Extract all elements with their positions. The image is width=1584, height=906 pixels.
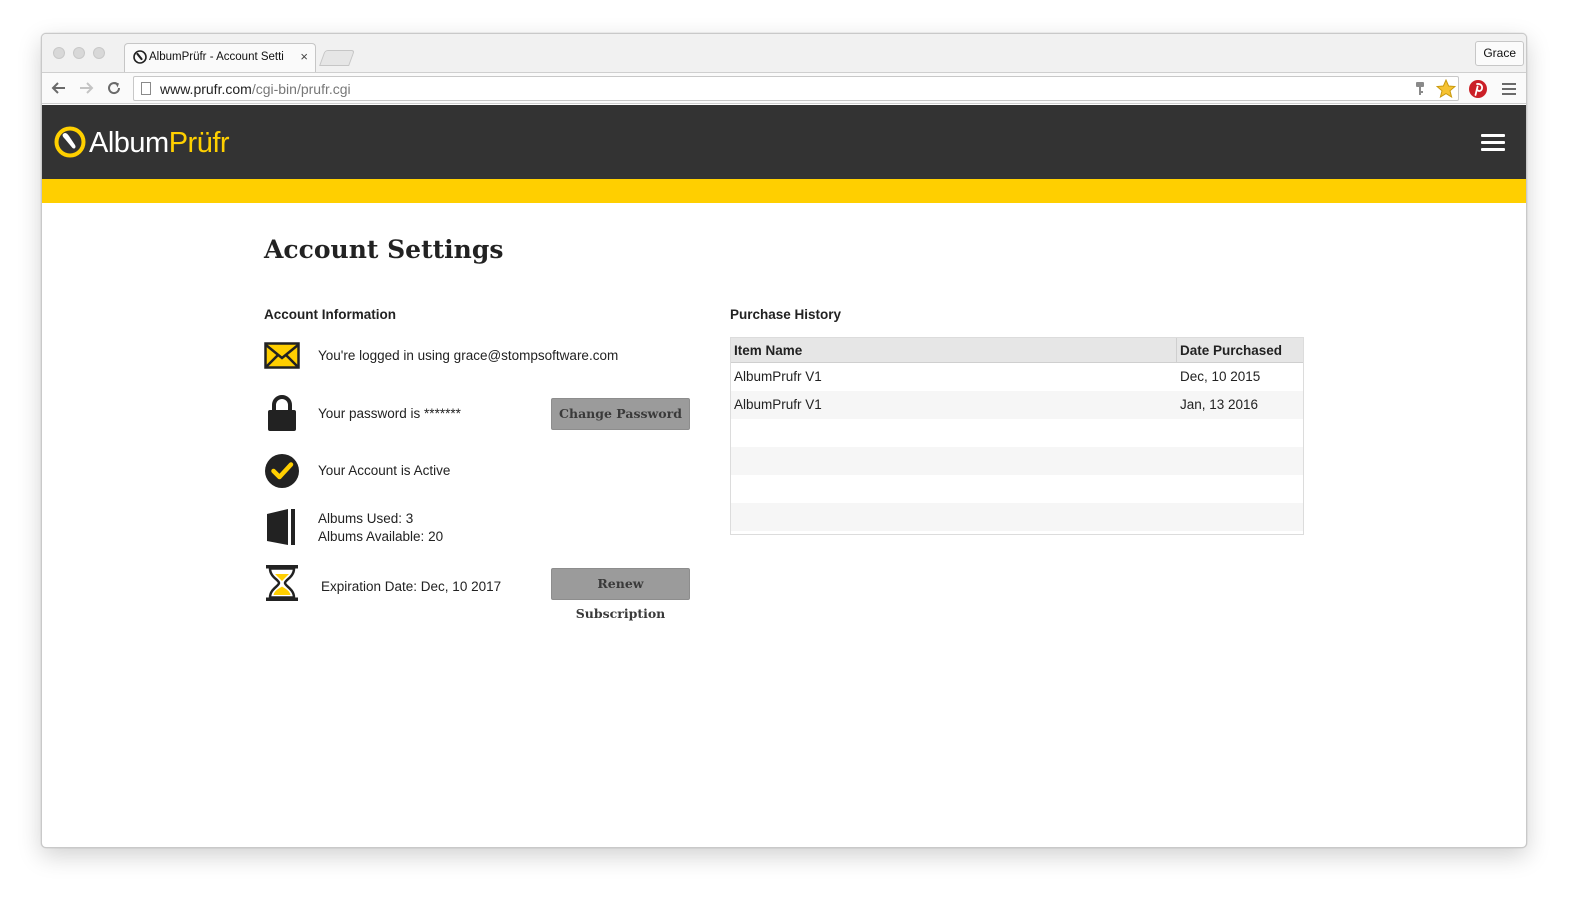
expiration-text: Expiration Date: Dec, 10 2017 [321, 579, 502, 594]
empty-table-row [731, 419, 1303, 447]
profile-button[interactable]: Grace [1475, 41, 1524, 66]
purchase-history-heading: Purchase History [730, 307, 842, 322]
pinterest-icon[interactable] [1468, 79, 1488, 99]
purchase-history-table: Item Name Date Purchased AlbumPrufr V1 D… [730, 337, 1304, 535]
url-host: www.prufr.com [160, 81, 252, 97]
account-info-heading: Account Information [264, 307, 396, 322]
password-text: Your password is ******* [318, 406, 461, 421]
hourglass-icon [266, 565, 298, 601]
table-header-row: Item Name Date Purchased [731, 338, 1303, 363]
change-password-button[interactable]: Change Password [551, 398, 690, 430]
date-purchased-cell: Jan, 13 2016 [1180, 397, 1259, 412]
item-name-cell: AlbumPrufr V1 [734, 397, 822, 412]
account-status-text: Your Account is Active [318, 463, 451, 478]
accent-bar [42, 179, 1526, 203]
column-header-item-name[interactable]: Item Name [734, 338, 802, 363]
bookmark-star-icon[interactable] [1436, 79, 1456, 98]
page-title: Account Settings [264, 235, 504, 264]
forward-arrow-icon[interactable] [78, 80, 94, 96]
browser-toolbar: www.prufr.com/cgi-bin/prufr.cgi [42, 72, 1526, 104]
email-text: You're logged in using grace@stompsoftwa… [318, 348, 619, 363]
albums-available-text: Albums Available: 20 [318, 529, 444, 544]
envelope-icon [264, 342, 300, 369]
table-row[interactable]: AlbumPrufr V1 Jan, 13 2016 [731, 391, 1303, 419]
tab-strip: AlbumPrüfr - Account Setti × Grace [42, 34, 1526, 72]
url-text: www.prufr.com/cgi-bin/prufr.cgi [160, 81, 351, 97]
empty-table-row [731, 503, 1303, 531]
tab-title: AlbumPrüfr - Account Setti [149, 51, 284, 63]
page-icon [141, 82, 151, 95]
logo-primary: Album [89, 127, 169, 159]
column-header-date-purchased[interactable]: Date Purchased [1180, 338, 1282, 363]
minimize-window-button[interactable] [73, 47, 85, 59]
favicon-icon [133, 50, 147, 64]
item-name-cell: AlbumPrufr V1 [734, 369, 822, 384]
address-bar[interactable]: www.prufr.com/cgi-bin/prufr.cgi [133, 76, 1459, 101]
browser-tab[interactable]: AlbumPrüfr - Account Setti × [124, 43, 316, 72]
table-row[interactable]: AlbumPrufr V1 Dec, 10 2015 [731, 363, 1303, 391]
hamburger-menu-icon[interactable] [1481, 134, 1505, 151]
lock-icon [268, 395, 296, 431]
logo-wordmark[interactable]: AlbumPrüfr [89, 127, 230, 160]
site-header: AlbumPrüfr [42, 105, 1526, 179]
renew-subscription-button[interactable]: Renew Subscription [551, 568, 690, 621]
browser-window: AlbumPrüfr - Account Setti × Grace www.p… [41, 33, 1527, 848]
check-circle-icon [265, 454, 299, 488]
reload-icon[interactable] [106, 80, 122, 96]
logo-icon[interactable] [54, 126, 86, 158]
tab-close-icon[interactable]: × [300, 49, 308, 64]
close-window-button[interactable] [53, 47, 65, 59]
menu-icon[interactable] [1501, 82, 1517, 96]
empty-table-row [731, 475, 1303, 503]
back-arrow-icon[interactable] [51, 80, 67, 96]
key-icon[interactable] [1415, 81, 1425, 97]
logo-accent: Prüfr [168, 127, 230, 159]
zoom-window-button[interactable] [93, 47, 105, 59]
albums-used-text: Albums Used: 3 [318, 511, 414, 526]
new-tab-button[interactable] [319, 50, 355, 66]
url-path: /cgi-bin/prufr.cgi [251, 81, 351, 97]
date-purchased-cell: Dec, 10 2015 [1180, 369, 1261, 384]
empty-table-row [731, 447, 1303, 475]
album-icon [267, 509, 295, 545]
